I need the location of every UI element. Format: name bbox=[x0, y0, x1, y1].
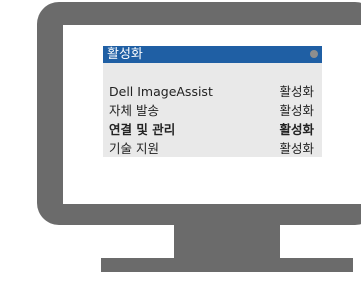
osd-row-tech-support[interactable]: 기술 지원 활성화 bbox=[109, 139, 314, 158]
osd-header-title: 활성화 bbox=[107, 47, 143, 62]
osd-row-connect-manage[interactable]: 연결 및 관리 활성화 bbox=[109, 120, 314, 139]
osd-row-self-dispatch[interactable]: 자체 발송 활성화 bbox=[109, 101, 314, 120]
osd-row-dell-imageassist[interactable]: Dell ImageAssist 활성화 bbox=[109, 82, 314, 101]
osd-row-value: 활성화 bbox=[279, 141, 314, 156]
status-dot-icon bbox=[310, 50, 318, 58]
osd-row-label: 기술 지원 bbox=[109, 141, 159, 156]
monitor-illustration: 활성화 Dell ImageAssist 활성화 자체 발송 활성화 연결 및 … bbox=[0, 0, 361, 286]
osd-menu-panel: 활성화 Dell ImageAssist 활성화 자체 발송 활성화 연결 및 … bbox=[103, 46, 322, 157]
osd-header[interactable]: 활성화 bbox=[103, 46, 322, 63]
osd-row-label: 연결 및 관리 bbox=[109, 122, 176, 137]
monitor-stand-base bbox=[101, 258, 353, 272]
osd-row-value: 활성화 bbox=[279, 84, 314, 99]
osd-row-value: 활성화 bbox=[279, 122, 314, 137]
osd-row-label: Dell ImageAssist bbox=[109, 84, 213, 99]
monitor-stand-neck bbox=[174, 225, 280, 258]
osd-row-label: 자체 발송 bbox=[109, 103, 159, 118]
osd-row-value: 활성화 bbox=[279, 103, 314, 118]
